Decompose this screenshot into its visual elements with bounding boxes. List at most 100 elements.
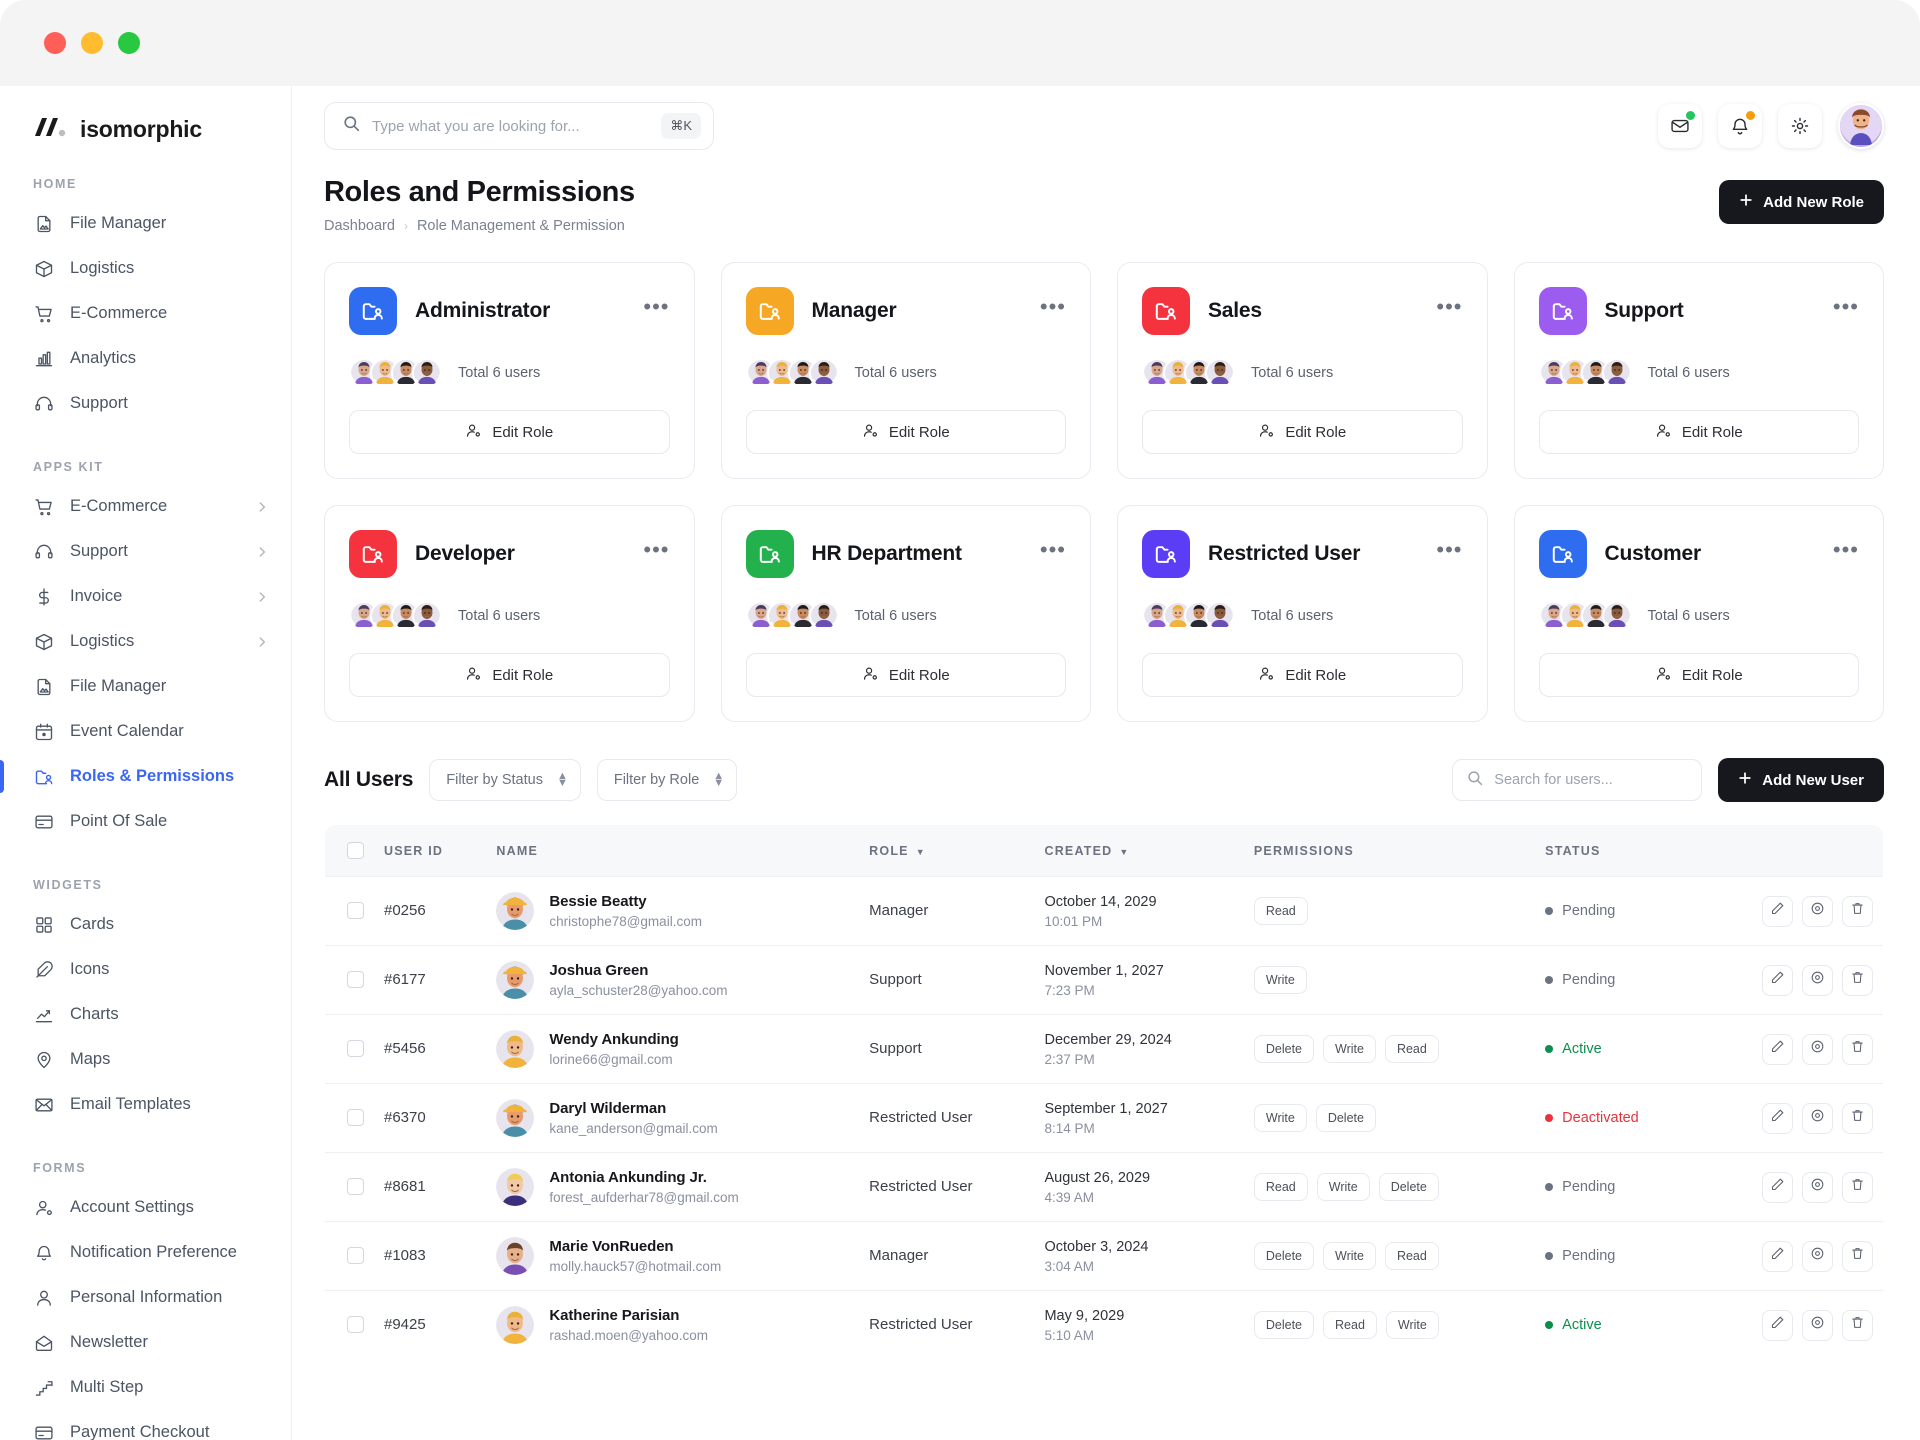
delete-trash-button[interactable]: [1842, 895, 1873, 927]
view-eye-button[interactable]: [1802, 1240, 1833, 1272]
edit-role-button[interactable]: Edit Role: [1538, 410, 1859, 454]
column-header-role[interactable]: ROLE ▼: [859, 825, 1035, 877]
select-all-checkbox[interactable]: [347, 842, 364, 859]
sidebar-item-file-manager[interactable]: File Manager: [0, 664, 291, 709]
sidebar-item-personal-information[interactable]: Personal Information: [0, 1275, 291, 1320]
edit-role-button[interactable]: Edit Role: [745, 653, 1066, 697]
brand-logo[interactable]: isomorphic: [0, 86, 291, 143]
sidebar-item-charts[interactable]: Charts: [0, 992, 291, 1037]
edit-pencil-button[interactable]: [1762, 1102, 1793, 1134]
sidebar-item-e-commerce[interactable]: E-Commerce: [0, 291, 291, 336]
row-checkbox[interactable]: [347, 1178, 364, 1196]
permission-chip[interactable]: Delete: [1378, 1173, 1439, 1201]
permission-chip[interactable]: Write: [1253, 1104, 1307, 1132]
sidebar-item-support[interactable]: Support: [0, 381, 291, 426]
edit-pencil-button[interactable]: [1762, 1033, 1793, 1065]
table-row[interactable]: #6177 Joshua Green ayla_schuster28@yahoo.c…: [325, 945, 1883, 1015]
permission-chip[interactable]: Read: [1253, 897, 1308, 925]
sidebar-item-email-templates[interactable]: Email Templates: [0, 1082, 291, 1127]
row-checkbox[interactable]: [347, 1109, 364, 1127]
permission-chip[interactable]: Write: [1385, 1311, 1439, 1339]
delete-trash-button[interactable]: [1842, 1033, 1873, 1065]
edit-role-button[interactable]: Edit Role: [1142, 410, 1463, 454]
permission-chip[interactable]: Write: [1323, 1242, 1376, 1270]
breadcrumb-item-dashboard[interactable]: Dashboard: [324, 218, 395, 234]
sidebar-item-multi-step[interactable]: Multi Step: [0, 1365, 291, 1410]
role-card-menu-button[interactable]: •••: [643, 295, 669, 321]
permission-chip[interactable]: Read: [1323, 1311, 1377, 1339]
view-eye-button[interactable]: [1802, 964, 1833, 996]
edit-role-button[interactable]: Edit Role: [1142, 653, 1463, 697]
permission-chip[interactable]: Write: [1253, 966, 1307, 994]
sidebar-item-invoice[interactable]: Invoice: [0, 574, 291, 619]
user-avatar[interactable]: [1838, 103, 1884, 149]
sidebar-item-file-manager[interactable]: File Manager: [0, 201, 291, 246]
view-eye-button[interactable]: [1802, 1033, 1833, 1065]
delete-trash-button[interactable]: [1842, 1102, 1873, 1134]
add-new-user-button[interactable]: Add New User: [1718, 758, 1884, 802]
role-card-menu-button[interactable]: •••: [1040, 538, 1066, 564]
table-row[interactable]: #1083 Marie VonRueden molly.hauck57@hotmai…: [325, 1221, 1883, 1291]
table-row[interactable]: #6370 Daryl Wilderman kane_anderson@gmail.…: [325, 1083, 1883, 1153]
add-new-role-button[interactable]: Add New Role: [1719, 180, 1884, 224]
sidebar-item-newsletter[interactable]: Newsletter: [0, 1320, 291, 1365]
sidebar-item-roles-permissions[interactable]: Roles & Permissions: [0, 754, 291, 799]
filter-by-status-select[interactable]: Filter by Status ▲ ▼: [429, 759, 581, 801]
window-minimize-button[interactable]: [81, 32, 103, 54]
global-search-input[interactable]: Type what you are looking for...: [372, 118, 649, 135]
messages-icon-button[interactable]: [1658, 104, 1702, 148]
delete-trash-button[interactable]: [1842, 1240, 1873, 1272]
sidebar-item-logistics[interactable]: Logistics: [0, 246, 291, 291]
delete-trash-button[interactable]: [1842, 1171, 1873, 1203]
edit-pencil-button[interactable]: [1762, 895, 1793, 927]
view-eye-button[interactable]: [1802, 895, 1833, 927]
sidebar-item-icons[interactable]: Icons: [0, 947, 291, 992]
sidebar-item-point-of-sale[interactable]: Point Of Sale: [0, 799, 291, 844]
row-checkbox[interactable]: [347, 1040, 364, 1058]
window-close-button[interactable]: [44, 32, 66, 54]
edit-role-button[interactable]: Edit Role: [1538, 653, 1859, 697]
row-checkbox[interactable]: [347, 1247, 364, 1265]
table-row[interactable]: #9425 Katherine Parisian rashad.moen@yahoo…: [325, 1290, 1883, 1359]
sidebar-item-e-commerce[interactable]: E-Commerce: [0, 484, 291, 529]
window-maximize-button[interactable]: [118, 32, 140, 54]
role-card-menu-button[interactable]: •••: [1833, 295, 1859, 321]
role-card-menu-button[interactable]: •••: [1040, 295, 1066, 321]
role-card-menu-button[interactable]: •••: [643, 538, 669, 564]
role-card-menu-button[interactable]: •••: [1436, 295, 1462, 321]
view-eye-button[interactable]: [1802, 1309, 1833, 1341]
sidebar-item-event-calendar[interactable]: Event Calendar: [0, 709, 291, 754]
role-card-menu-button[interactable]: •••: [1436, 538, 1462, 564]
column-header-created[interactable]: CREATED ▼: [1034, 825, 1244, 877]
edit-role-button[interactable]: Edit Role: [349, 653, 670, 697]
delete-trash-button[interactable]: [1842, 1309, 1873, 1341]
edit-pencil-button[interactable]: [1762, 1309, 1793, 1341]
edit-pencil-button[interactable]: [1762, 964, 1793, 996]
view-eye-button[interactable]: [1802, 1171, 1833, 1203]
table-row[interactable]: #0256 Bessie Beatty christophe78@gmail.com…: [325, 876, 1883, 946]
delete-trash-button[interactable]: [1842, 964, 1873, 996]
permission-chip[interactable]: Delete: [1253, 1242, 1315, 1270]
permission-chip[interactable]: Write: [1323, 1035, 1376, 1063]
edit-role-button[interactable]: Edit Role: [349, 410, 670, 454]
permission-chip[interactable]: Read: [1384, 1035, 1439, 1063]
role-card-menu-button[interactable]: •••: [1833, 538, 1859, 564]
sidebar-item-support[interactable]: Support: [0, 529, 291, 574]
sidebar-item-maps[interactable]: Maps: [0, 1037, 291, 1082]
user-search-input[interactable]: Search for users...: [1494, 772, 1612, 788]
edit-role-button[interactable]: Edit Role: [745, 410, 1066, 454]
global-search[interactable]: Type what you are looking for... ⌘K: [324, 102, 714, 150]
sidebar-item-notification-preference[interactable]: Notification Preference: [0, 1230, 291, 1275]
edit-pencil-button[interactable]: [1762, 1171, 1793, 1203]
filter-by-role-select[interactable]: Filter by Role ▲ ▼: [596, 759, 738, 801]
permission-chip[interactable]: Read: [1384, 1242, 1439, 1270]
row-checkbox[interactable]: [347, 902, 364, 920]
sidebar-item-analytics[interactable]: Analytics: [0, 336, 291, 381]
permission-chip[interactable]: Delete: [1253, 1311, 1315, 1339]
permission-chip[interactable]: Read: [1253, 1173, 1308, 1201]
permission-chip[interactable]: Write: [1316, 1173, 1370, 1201]
sidebar-item-logistics[interactable]: Logistics: [0, 619, 291, 664]
sidebar-item-account-settings[interactable]: Account Settings: [0, 1185, 291, 1230]
row-checkbox[interactable]: [347, 971, 364, 989]
table-row[interactable]: #8681 Antonia Ankunding Jr. forest_aufderh…: [325, 1152, 1883, 1222]
